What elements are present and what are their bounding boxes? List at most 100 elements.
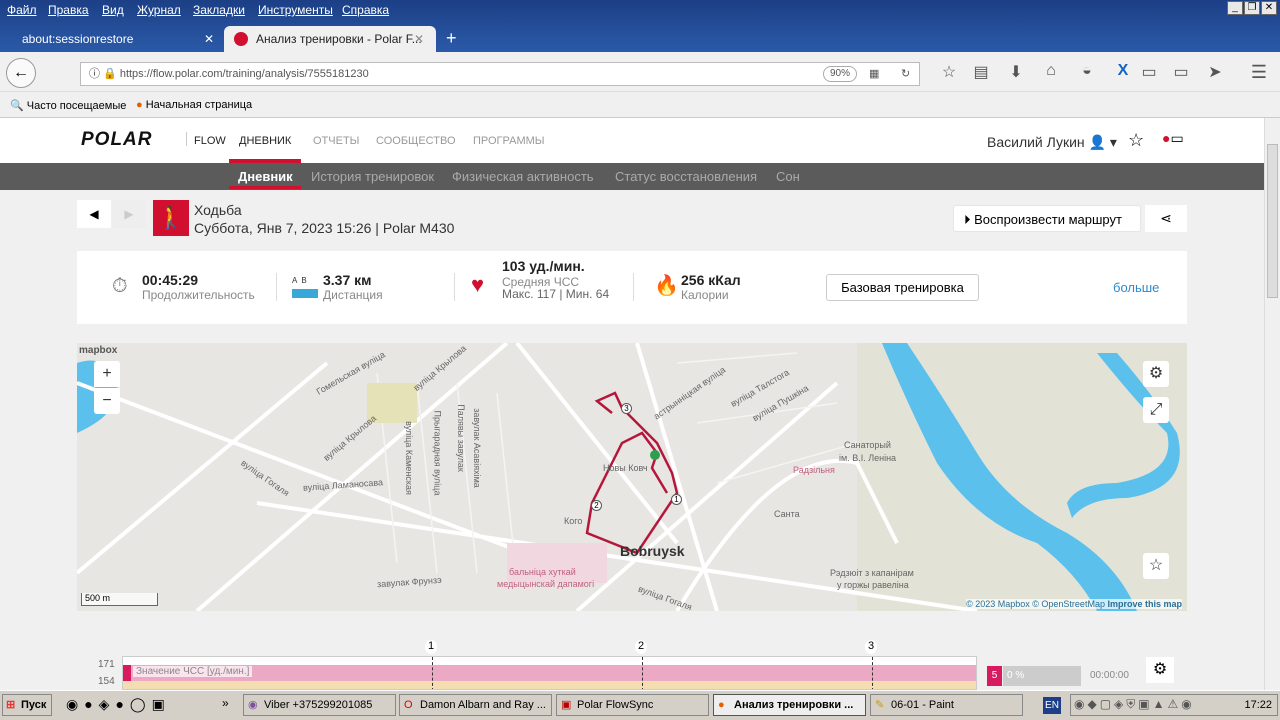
lap-label[interactable]: 2 bbox=[635, 640, 647, 654]
url-bar[interactable]: ⓘ 🔒 https://flow.polar.com/training/anal… bbox=[80, 62, 920, 86]
mapbox-logo[interactable]: mapbox bbox=[79, 345, 117, 356]
zoom-out-button[interactable]: − bbox=[94, 388, 120, 414]
task-firefox[interactable]: ● Анализ тренировки ... bbox=[713, 694, 866, 716]
menu-edit[interactable]: Правка bbox=[48, 3, 89, 17]
tab-training-analysis[interactable]: Анализ тренировки - Polar F... ✕ bbox=[224, 26, 436, 52]
lap-marker[interactable]: 3 bbox=[621, 403, 632, 414]
tab-sessionrestore[interactable]: about:sessionrestore ✕ bbox=[0, 26, 220, 52]
menu-view[interactable]: Вид bbox=[102, 3, 124, 17]
fullscreen-icon[interactable]: ⤢ bbox=[1143, 397, 1169, 423]
calories-label: Калории bbox=[681, 288, 729, 302]
menu-bookmarks[interactable]: Закладки bbox=[193, 3, 245, 17]
map-settings-icon[interactable]: ⚙ bbox=[1143, 361, 1169, 387]
task-viber[interactable]: ◉ Viber +375299201085 bbox=[243, 694, 396, 716]
subnav-sleep[interactable]: Сон bbox=[776, 169, 800, 184]
screen-icon[interactable]: ▭ bbox=[1170, 62, 1192, 84]
task-paint[interactable]: ✎ 06-01 - Paint bbox=[870, 694, 1023, 716]
quick-launch-more[interactable]: » bbox=[222, 696, 229, 710]
scale-bar: 500 m bbox=[81, 593, 158, 606]
training-type-button[interactable]: Базовая тренировка bbox=[826, 274, 979, 301]
hamburger-menu-icon[interactable]: ☰ bbox=[1248, 62, 1270, 84]
map-favorite-star-icon[interactable]: ☆ bbox=[1143, 553, 1169, 579]
reload-icon[interactable]: ↻ bbox=[901, 63, 910, 85]
more-link[interactable]: больше bbox=[1113, 280, 1159, 295]
send-icon[interactable]: ➤ bbox=[1204, 62, 1226, 84]
bookmark-star-icon[interactable]: ☆ bbox=[938, 62, 960, 84]
task-flowsync[interactable]: ▣ Polar FlowSync bbox=[556, 694, 709, 716]
subnav-diary[interactable]: Дневник bbox=[238, 169, 293, 184]
distance-label: Дистанция bbox=[323, 288, 383, 302]
map-label: Санта bbox=[774, 509, 800, 519]
flow-label[interactable]: FLOW bbox=[194, 135, 226, 147]
favorites-star-icon[interactable]: ☆ bbox=[1128, 130, 1144, 151]
zone-time: 00:00:00 bbox=[1090, 670, 1129, 681]
menu-tools[interactable]: Инструменты bbox=[258, 3, 333, 17]
user-menu[interactable]: Василий Лукин 👤 ▾ bbox=[987, 134, 1117, 151]
notifications-icon[interactable]: ●▭ bbox=[1162, 130, 1184, 147]
map-canvas bbox=[77, 343, 1187, 611]
replay-route-button[interactable]: ⏵ Воспроизвести маршрут bbox=[953, 205, 1141, 232]
maximize-button[interactable]: ❐ bbox=[1244, 1, 1260, 15]
map-label: вуліца Каменская bbox=[403, 421, 414, 495]
page-scrollbar[interactable] bbox=[1264, 118, 1280, 690]
clock[interactable]: 17:22 bbox=[1244, 699, 1272, 711]
new-tab-button[interactable]: + bbox=[446, 28, 457, 49]
flag-icon[interactable]: ▭ bbox=[1138, 62, 1160, 84]
subnav-history[interactable]: История тренировок bbox=[311, 169, 434, 184]
close-icon[interactable]: ✕ bbox=[204, 26, 214, 52]
share-button[interactable]: ⋖ bbox=[1145, 205, 1187, 232]
lap-label[interactable]: 1 bbox=[425, 640, 437, 654]
close-window-button[interactable]: ✕ bbox=[1261, 1, 1277, 15]
map-label: медыцынскай дапамогі bbox=[497, 579, 595, 589]
lap-label[interactable]: 3 bbox=[865, 640, 877, 654]
back-button[interactable]: ← bbox=[6, 58, 36, 88]
chart-settings-icon[interactable]: ⚙ bbox=[1146, 657, 1174, 683]
osm-link[interactable]: © OpenStreetMap bbox=[1032, 599, 1105, 609]
subnav-activity[interactable]: Физическая активность bbox=[452, 169, 594, 184]
topnav-diary[interactable]: ДНЕВНИК bbox=[239, 135, 291, 147]
download-icon[interactable]: ⬇ bbox=[1005, 62, 1027, 84]
quick-launch-icons[interactable]: ◉●◈●◯▣ bbox=[66, 696, 171, 713]
hr-value: 103 уд./мин. bbox=[502, 258, 585, 274]
zoom-in-button[interactable]: + bbox=[94, 361, 120, 387]
polar-logo[interactable]: POLAR bbox=[81, 129, 153, 151]
topnav-programs[interactable]: ПРОГРАММЫ bbox=[473, 135, 545, 147]
extension-x-icon[interactable]: X bbox=[1112, 62, 1134, 84]
library-icon[interactable]: ▤ bbox=[970, 62, 992, 84]
hr-chart[interactable]: Значение ЧСС [уд./мин.] bbox=[122, 656, 977, 690]
start-button[interactable]: ⊞ Пуск bbox=[2, 694, 52, 716]
minimize-button[interactable]: _ bbox=[1227, 1, 1243, 15]
task-opera[interactable]: O Damon Albarn and Ray ... bbox=[399, 694, 552, 716]
city-label: Bobruysk bbox=[620, 543, 685, 559]
route-map[interactable]: mapbox + − ⚙ ⤢ ☆ 500 m © 2023 Mapbox © O… bbox=[77, 343, 1187, 611]
lap-marker[interactable]: 2 bbox=[591, 500, 602, 511]
menu-file[interactable]: Файл bbox=[7, 3, 37, 17]
reader-view-icon[interactable]: ▦ bbox=[869, 63, 879, 85]
language-indicator[interactable]: EN bbox=[1043, 697, 1061, 714]
map-label: Санаторый bbox=[844, 440, 891, 450]
system-tray: ◉◆▢◈⛨▣▲⚠◉ 17:22 bbox=[1070, 694, 1278, 716]
next-training-button[interactable]: ▶ bbox=[112, 200, 146, 228]
heart-icon: ♥ bbox=[471, 272, 485, 297]
home-icon[interactable]: ⌂ bbox=[1040, 62, 1062, 84]
zoom-level[interactable]: 90% bbox=[823, 66, 858, 82]
lap-marker[interactable]: 1 bbox=[671, 494, 682, 505]
previous-training-button[interactable]: ◀ bbox=[77, 200, 111, 228]
series-label: Значение ЧСС [уд./мин.] bbox=[133, 666, 253, 677]
improve-map-link[interactable]: Improve this map bbox=[1107, 599, 1182, 609]
menu-history[interactable]: Журнал bbox=[137, 3, 181, 17]
walking-icon: 🚶 bbox=[153, 200, 189, 236]
topnav-reports[interactable]: ОТЧЕТЫ bbox=[313, 135, 359, 147]
subnav-recovery[interactable]: Статус восстановления bbox=[615, 169, 757, 184]
menu-help[interactable]: Справка bbox=[342, 3, 389, 17]
ruler-icon bbox=[292, 289, 318, 298]
bookmark-start-page[interactable]: ● Начальная страница bbox=[136, 99, 252, 111]
close-icon[interactable]: ✕ bbox=[414, 26, 424, 52]
tray-icons[interactable]: ◉◆▢◈⛨▣▲⚠◉ bbox=[1074, 697, 1195, 712]
bookmark-label: Часто посещаемые bbox=[26, 100, 127, 112]
pocket-icon[interactable]: ◒ bbox=[1076, 62, 1098, 84]
mapbox-link[interactable]: © 2023 Mapbox bbox=[966, 599, 1030, 609]
calories-value: 256 кКал bbox=[681, 272, 741, 288]
bookmark-most-visited[interactable]: 🔍 Часто посещаемые bbox=[10, 99, 126, 112]
topnav-community[interactable]: СООБЩЕСТВО bbox=[376, 135, 456, 147]
